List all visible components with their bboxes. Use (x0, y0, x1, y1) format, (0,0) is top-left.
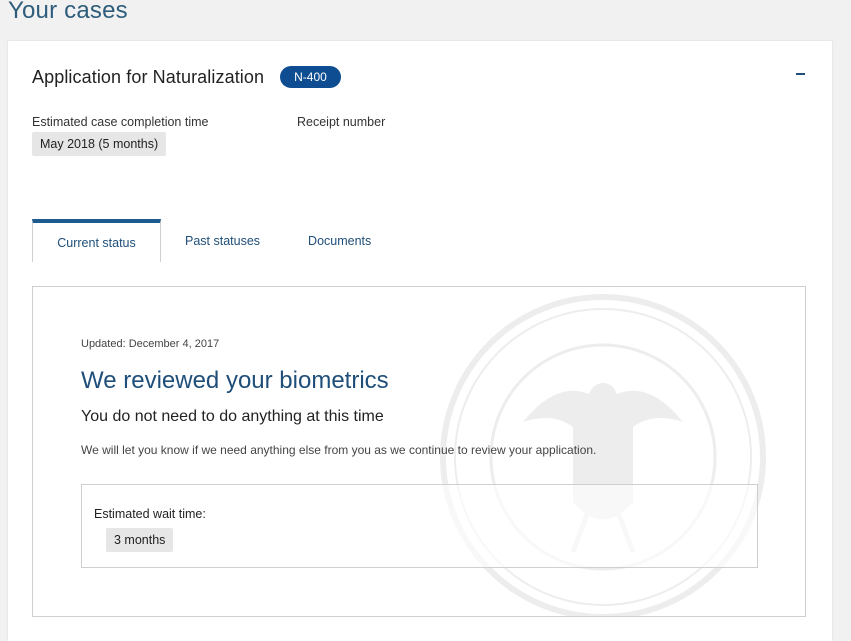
status-panel: Updated: December 4, 2017 We reviewed yo… (32, 286, 806, 617)
estimated-wait-label: Estimated wait time: (94, 507, 206, 521)
tab-past-statuses[interactable]: Past statuses (161, 219, 284, 262)
tab-documents[interactable]: Documents (284, 219, 395, 262)
estimated-wait-box: Estimated wait time: 3 months (81, 484, 758, 568)
case-header: Application for Naturalization N-400 (32, 65, 341, 89)
minus-icon (796, 73, 805, 75)
status-subtitle: You do not need to do anything at this t… (81, 408, 384, 425)
tab-current-status[interactable]: Current status (32, 219, 161, 262)
estimated-completion-value: May 2018 (5 months) (32, 132, 167, 156)
collapse-button[interactable] (794, 63, 808, 83)
status-description: We will let you know if we need anything… (81, 443, 597, 457)
form-badge: N-400 (280, 66, 341, 88)
status-title: We reviewed your biometrics (81, 367, 389, 394)
case-title: Application for Naturalization (32, 66, 265, 87)
case-card: Application for Naturalization N-400 Est… (8, 41, 832, 641)
receipt-number-label: Receipt number (297, 115, 386, 129)
page-title: Your cases (8, 0, 128, 24)
estimated-wait-value: 3 months (106, 528, 174, 552)
status-updated-date: Updated: December 4, 2017 (81, 338, 220, 350)
case-tabs: Current status Past statuses Documents (32, 219, 395, 262)
estimated-completion-label: Estimated case completion time (32, 115, 209, 129)
